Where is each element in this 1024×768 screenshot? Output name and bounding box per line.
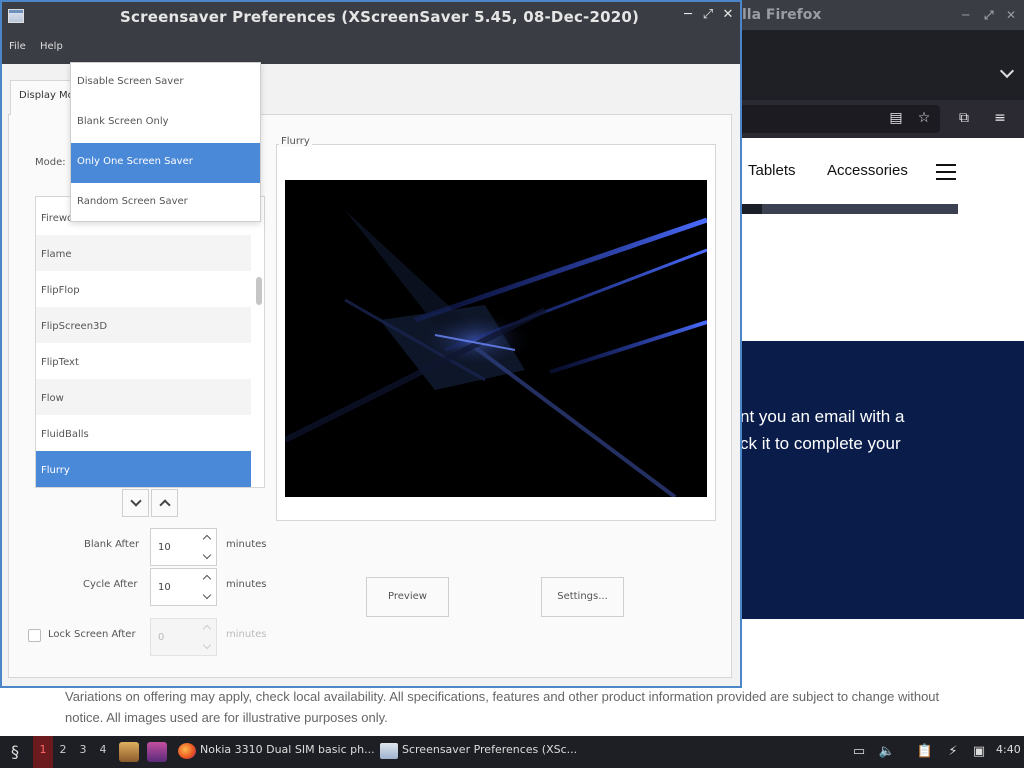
firefox-page: Tablets Accessories nt you an email with… xyxy=(740,138,1024,736)
blank-after-value[interactable]: 10 xyxy=(158,542,171,553)
screensaver-list[interactable]: Firewo Flame FlipFlop FlipScreen3D FlipT… xyxy=(35,196,265,488)
preview-screen xyxy=(285,180,707,497)
window-app-icon[interactable] xyxy=(8,9,24,23)
removable-drive-icon[interactable]: ▭ xyxy=(850,743,868,761)
list-item-selected[interactable]: Flurry xyxy=(36,451,251,487)
file-manager-icon[interactable] xyxy=(119,742,139,762)
menu-file[interactable]: File xyxy=(9,41,26,52)
blank-after-spinbox[interactable]: 10 xyxy=(150,528,217,566)
banner-text-line-1: nt you an email with a xyxy=(740,407,905,426)
mode-option-blank-only[interactable]: Blank Screen Only xyxy=(71,103,260,143)
terminal-icon[interactable] xyxy=(147,742,167,762)
blank-after-label: Blank After xyxy=(84,539,140,550)
mode-option-one-saver[interactable]: Only One Screen Saver xyxy=(71,143,260,183)
url-bar[interactable] xyxy=(740,105,940,133)
maximize-icon[interactable]: ⤢ xyxy=(984,0,994,30)
firefox-icon xyxy=(178,743,196,759)
footer-disclaimer: Variations on offering may apply, check … xyxy=(65,689,940,725)
clipboard-icon[interactable]: 📋 xyxy=(916,743,934,761)
flurry-preview-image xyxy=(285,210,707,497)
page-progress-bar xyxy=(740,204,958,214)
close-icon[interactable]: ✕ xyxy=(720,7,736,23)
list-item[interactable]: FluidBalls xyxy=(36,415,251,451)
firefox-navbar: ▤ ☆ ⧉ ≡ xyxy=(740,100,1024,138)
nav-link-accessories[interactable]: Accessories xyxy=(827,162,908,179)
preview-frame-label: Flurry xyxy=(279,136,312,147)
list-item[interactable]: FlipText xyxy=(36,343,251,379)
mode-label: Mode: xyxy=(35,157,66,168)
lock-after-spinbox: 0 xyxy=(150,618,217,656)
firefox-titlebar: lla Firefox ─ ⤢ ✕ xyxy=(740,0,1024,30)
list-item[interactable]: Flame xyxy=(36,235,251,271)
start-menu-icon[interactable]: § xyxy=(4,741,26,763)
workspace-2[interactable]: 2 xyxy=(53,736,73,768)
menu-icon[interactable]: ≡ xyxy=(992,110,1008,126)
decrement-icon xyxy=(202,640,212,650)
chevron-up-icon xyxy=(159,499,171,511)
volume-icon[interactable]: 🔈 xyxy=(878,743,896,761)
cycle-after-unit: minutes xyxy=(226,579,267,590)
blank-after-unit: minutes xyxy=(226,539,267,550)
lock-after-value: 0 xyxy=(158,632,165,643)
network-disconnected-icon[interactable]: ⚡ xyxy=(944,743,962,761)
list-item[interactable]: FlipScreen3D xyxy=(36,307,251,343)
workspace-1[interactable]: 1 xyxy=(33,736,53,768)
screenshot-icon[interactable]: ▣ xyxy=(970,743,988,761)
chevron-down-icon xyxy=(130,495,142,507)
previous-saver-button[interactable] xyxy=(151,489,178,517)
banner-text-line-2: ck it to complete your xyxy=(740,434,901,453)
increment-icon[interactable] xyxy=(202,574,212,584)
list-all-tabs-icon[interactable] xyxy=(999,63,1015,79)
close-icon[interactable]: ✕ xyxy=(1006,0,1016,30)
workspace-4[interactable]: 4 xyxy=(93,736,113,768)
tab-display-modes[interactable]: Display Modes xyxy=(10,80,72,115)
bookmark-star-icon[interactable]: ☆ xyxy=(916,110,932,126)
decrement-icon[interactable] xyxy=(202,550,212,560)
menu-help[interactable]: Help xyxy=(40,41,63,52)
extensions-icon[interactable]: ⧉ xyxy=(956,110,972,126)
settings-button[interactable]: Settings... xyxy=(541,577,624,617)
next-saver-button[interactable] xyxy=(122,489,149,517)
clock: 4:40 xyxy=(996,743,1021,756)
lock-screen-checkbox[interactable] xyxy=(28,629,41,642)
firefox-tabstrip xyxy=(740,30,1024,100)
minimize-icon[interactable]: ─ xyxy=(962,0,969,30)
firefox-window: lla Firefox ─ ⤢ ✕ ▤ ☆ ⧉ ≡ Tablets Access… xyxy=(740,0,1024,736)
cycle-after-spinbox[interactable]: 10 xyxy=(150,568,217,606)
page-footer: Variations on offering may apply, check … xyxy=(0,684,1024,736)
task-screensaver-label: Screensaver Preferences (XSc... xyxy=(402,743,578,756)
list-scrollbar[interactable] xyxy=(256,277,262,305)
firefox-window-title: lla Firefox xyxy=(742,7,822,23)
mode-option-disable[interactable]: Disable Screen Saver xyxy=(71,63,260,103)
screensaver-app-icon xyxy=(380,743,398,759)
hamburger-menu-icon[interactable] xyxy=(936,164,956,180)
cycle-after-value[interactable]: 10 xyxy=(158,582,171,593)
reader-view-icon[interactable]: ▤ xyxy=(888,110,904,126)
maximize-icon[interactable]: ⤢ xyxy=(700,7,716,23)
lock-screen-label: Lock Screen After xyxy=(48,629,136,640)
cycle-after-label: Cycle After xyxy=(83,579,138,590)
list-item[interactable]: FlipFlop xyxy=(36,271,251,307)
minimize-icon[interactable]: ─ xyxy=(680,7,696,23)
task-firefox-label: Nokia 3310 Dual SIM basic ph... xyxy=(200,743,375,756)
nav-link-tablets[interactable]: Tablets xyxy=(748,162,796,179)
email-notice-banner: nt you an email with a ck it to complete… xyxy=(740,341,1024,619)
mode-option-random[interactable]: Random Screen Saver xyxy=(71,183,260,223)
list-item[interactable]: Flow xyxy=(36,379,251,415)
workspace-3[interactable]: 3 xyxy=(73,736,93,768)
increment-icon xyxy=(202,624,212,634)
decrement-icon[interactable] xyxy=(202,590,212,600)
preview-button[interactable]: Preview xyxy=(366,577,449,617)
taskbar: § 1 2 3 4 Nokia 3310 Dual SIM basic ph..… xyxy=(0,736,1024,768)
window-titlebar[interactable]: Screensaver Preferences (XScreenSaver 5.… xyxy=(2,2,740,30)
task-screensaver-preferences[interactable]: Screensaver Preferences (XSc... xyxy=(380,736,580,768)
increment-icon[interactable] xyxy=(202,534,212,544)
lock-after-unit: minutes xyxy=(226,629,267,640)
menubar: File Help xyxy=(2,30,740,64)
window-title: Screensaver Preferences (XScreenSaver 5.… xyxy=(120,8,640,26)
task-firefox[interactable]: Nokia 3310 Dual SIM basic ph... xyxy=(178,736,375,768)
mode-dropdown-menu[interactable]: Disable Screen Saver Blank Screen Only O… xyxy=(70,62,261,222)
